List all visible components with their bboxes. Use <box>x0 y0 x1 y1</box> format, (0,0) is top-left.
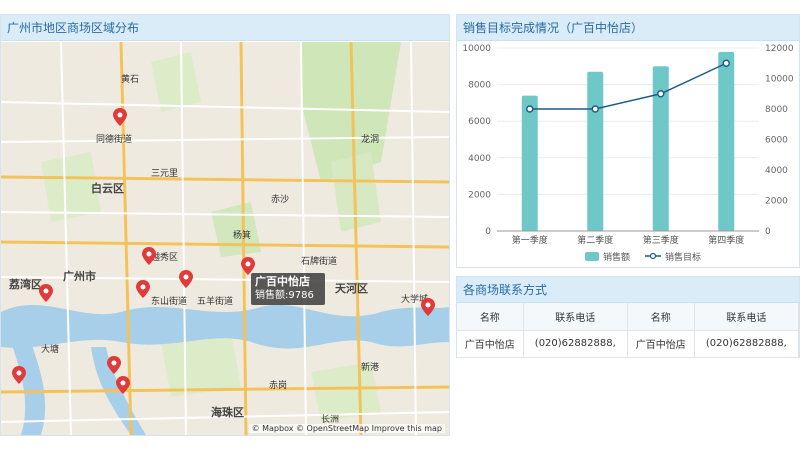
y-left-tick-label: 6000 <box>468 117 491 127</box>
map-label: 广州市 <box>63 270 96 283</box>
table-cell-phone[interactable]: (020)62882888, <box>694 330 800 358</box>
point-target <box>526 105 534 113</box>
y-right-tick-label: 4000 <box>765 166 788 176</box>
x-tick-label: 第二季度 <box>577 234 613 246</box>
table-header-phone: 联系电话 <box>523 303 628 331</box>
store-pin-marker[interactable] <box>179 270 193 288</box>
table-cell-phone[interactable]: (020)62882888, <box>523 330 628 358</box>
store-pin-marker[interactable] <box>116 376 130 394</box>
table-row: 广百中怡店 (020)62882888, 广百中怡店 (020)62882888… <box>457 330 800 358</box>
map-label: 新港 <box>361 363 380 373</box>
y-left-tick-label: 4000 <box>468 154 491 164</box>
map-label: 赤岗 <box>269 381 288 391</box>
y-left-tick-label: 8000 <box>468 81 491 91</box>
contacts-table: 名称 联系电话 名称 联系电话 广百中怡店 (020)62882888, 广百中… <box>457 303 800 358</box>
store-pin-marker[interactable] <box>421 298 435 316</box>
legend-swatch-target-dot <box>649 252 657 260</box>
sales-target-chart: 0 2000 4000 6000 8000 10000 0 2000 4000 6000 8000 1… <box>462 44 794 263</box>
contacts-panel: 各商场联系方式 名称 联系电话 名称 联系电话 广百中怡店 (020)62882… <box>456 276 800 358</box>
y-left-tick-label: 0 <box>485 227 491 237</box>
x-tick-label: 第一季度 <box>512 234 548 246</box>
line-target <box>529 62 727 110</box>
map-label: 东山街道 <box>151 297 188 307</box>
tooltip-sales: 销售额:9786 <box>255 290 314 301</box>
store-map[interactable]: 白云区 广州市 荔湾区 天河区 海珠区 越秀区 东山街道 五羊街道 赤岗 新港 … <box>1 42 449 435</box>
map-canvas[interactable] <box>1 42 449 435</box>
table-header-phone: 联系电话 <box>694 303 800 331</box>
park-area <box>151 52 201 112</box>
tooltip-store-name: 广百中怡店 <box>255 275 310 288</box>
contacts-panel-title: 各商场联系方式 <box>457 277 799 303</box>
table-cell-name: 广百中怡店 <box>457 330 524 358</box>
point-target <box>591 105 599 113</box>
bar-sales <box>718 51 735 231</box>
map-label: 荔湾区 <box>9 278 42 291</box>
table-header-name: 名称 <box>627 303 695 331</box>
point-target <box>657 90 665 98</box>
map-panel: 广州市地区商场区域分布 白云区 广州市 荔湾区 天河区 海珠区 越秀区 东山街道… <box>0 14 450 436</box>
chart-panel: 销售目标完成情况（广百中怡店） 0 2000 4000 6000 8000 10000 0 2… <box>456 14 800 268</box>
chart-panel-title: 销售目标完成情况（广百中怡店） <box>457 15 799 41</box>
table-header-name: 名称 <box>457 303 524 331</box>
map-label: 黄石 <box>121 75 140 85</box>
map-label: 赤沙 <box>271 195 290 205</box>
map-label: 白云区 <box>91 182 124 195</box>
store-pin-marker[interactable] <box>12 366 26 384</box>
map-label: 大塘 <box>41 345 60 355</box>
store-pin-marker[interactable] <box>107 356 121 374</box>
table-cell-name: 广百中怡店 <box>627 330 695 358</box>
y-right-tick-label: 0 <box>765 227 771 237</box>
legend-label-target[interactable]: 销售目标 <box>665 251 701 263</box>
map-label: 石牌街道 <box>301 257 338 267</box>
map-panel-title: 广州市地区商场区域分布 <box>1 15 449 41</box>
y-left-tick-label: 2000 <box>468 190 491 200</box>
store-tooltip: 广百中怡店 销售额:9786 <box>251 273 325 305</box>
point-target <box>722 59 730 67</box>
y-right-tick-label: 6000 <box>765 136 788 146</box>
map-label: 海珠区 <box>211 406 244 419</box>
x-tick-label: 第三季度 <box>643 234 679 246</box>
map-attribution[interactable]: © Mapbox © OpenStreetMap Improve this ma… <box>248 424 445 433</box>
store-pin-marker[interactable] <box>113 108 127 126</box>
store-pin-marker[interactable] <box>142 247 156 265</box>
store-pin-marker[interactable] <box>136 280 150 298</box>
map-label: 三元里 <box>151 169 179 179</box>
y-right-tick-label: 2000 <box>765 197 788 207</box>
map-label: 同德街道 <box>96 135 133 145</box>
y-right-tick-label: 12000 <box>765 44 794 54</box>
x-tick-label: 第四季度 <box>708 234 744 246</box>
y-left-tick-label: 10000 <box>462 44 491 54</box>
legend-label-sales[interactable]: 销售额 <box>603 251 630 263</box>
y-right-tick-label: 8000 <box>765 105 788 115</box>
table-header-row: 名称 联系电话 名称 联系电话 <box>457 303 800 331</box>
map-label: 杨箕 <box>233 231 252 241</box>
y-right-tick-label: 10000 <box>765 75 794 85</box>
bar-sales <box>521 95 538 231</box>
bar-sales <box>587 71 604 231</box>
store-pin-marker[interactable] <box>39 284 53 302</box>
legend-swatch-sales[interactable] <box>585 252 599 261</box>
map-label: 龙洞 <box>361 135 380 145</box>
map-label: 天河区 <box>335 282 368 295</box>
map-label: 五羊街道 <box>197 297 234 307</box>
